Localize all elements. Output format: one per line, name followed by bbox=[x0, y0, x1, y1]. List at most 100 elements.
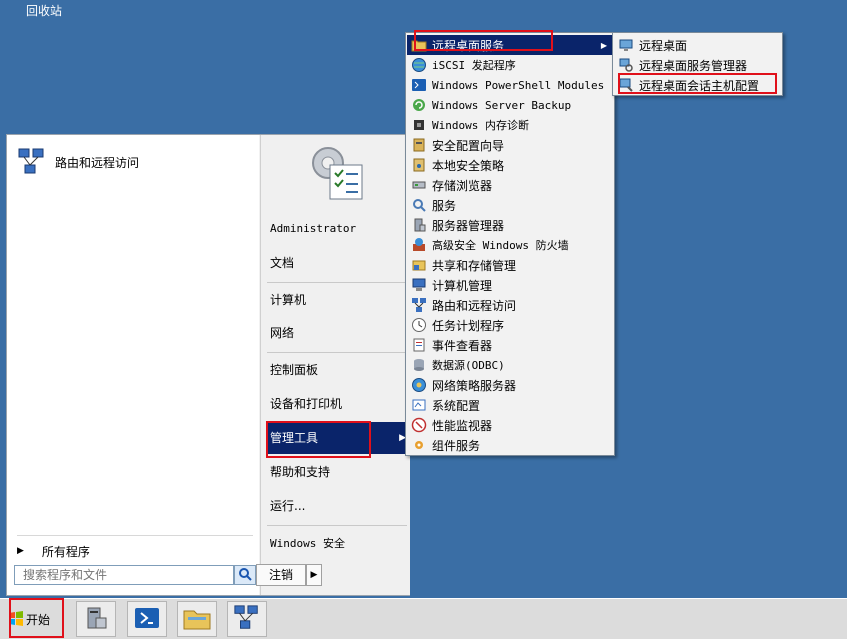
admin-tools-item-8[interactable]: 服务 bbox=[407, 195, 613, 215]
all-programs[interactable]: ▶ 所有程序 bbox=[17, 535, 253, 562]
search-input[interactable] bbox=[14, 565, 234, 585]
taskbar-routing[interactable] bbox=[227, 601, 267, 637]
admin-tools-item-label: 高级安全 Windows 防火墙 bbox=[432, 239, 569, 252]
separator bbox=[267, 282, 407, 283]
services-icon bbox=[411, 197, 427, 213]
folder-icon bbox=[182, 605, 212, 634]
rds-item-0[interactable]: 远程桌面 bbox=[614, 35, 781, 55]
clock-icon bbox=[411, 317, 427, 333]
admin-tools-item-label: Windows 内存诊断 bbox=[432, 119, 529, 132]
remote-desktop-icon bbox=[618, 37, 634, 53]
menu-devices-printers[interactable]: 设备和打印机 bbox=[270, 388, 408, 420]
all-programs-label: 所有程序 bbox=[41, 544, 90, 559]
taskbar: 开始 bbox=[0, 598, 847, 639]
annotation-box bbox=[618, 73, 777, 94]
admin-tools-item-15[interactable]: 事件查看器 bbox=[407, 335, 613, 355]
monitor-icon bbox=[411, 417, 427, 433]
menu-run[interactable]: 运行... bbox=[270, 490, 408, 522]
admin-tools-item-label: Windows PowerShell Modules bbox=[432, 78, 605, 92]
admin-tools-item-label: 计算机管理 bbox=[432, 278, 493, 293]
taskbar-server-manager[interactable] bbox=[76, 601, 116, 637]
admin-tools-item-7[interactable]: 存储浏览器 bbox=[407, 175, 613, 195]
admin-tools-item-5[interactable]: 安全配置向导 bbox=[407, 135, 613, 155]
backup-icon bbox=[411, 97, 427, 113]
chevron-right-icon: ▶ bbox=[600, 40, 607, 50]
network-icon bbox=[411, 297, 427, 313]
menu-windows-security[interactable]: Windows 安全 bbox=[270, 528, 408, 560]
shutdown-options-button[interactable]: ▶ bbox=[306, 564, 322, 586]
admin-tools-item-label: 服务 bbox=[432, 198, 457, 213]
gear-icon bbox=[411, 437, 427, 453]
computer-icon bbox=[411, 277, 427, 293]
pinned-item-label: 路由和远程访问 bbox=[55, 155, 140, 170]
admin-tools-item-label: 性能监视器 bbox=[432, 418, 493, 433]
admin-tools-item-label: 安全配置向导 bbox=[432, 138, 505, 153]
menu-documents[interactable]: 文档 bbox=[270, 247, 408, 279]
admin-tools-item-17[interactable]: 网络策略服务器 bbox=[407, 375, 613, 395]
powershell-icon bbox=[411, 77, 427, 93]
menu-computer[interactable]: 计算机 bbox=[270, 284, 408, 316]
network-icon bbox=[17, 147, 47, 177]
admin-tools-item-1[interactable]: iSCSI 发起程序 bbox=[407, 55, 613, 75]
admin-tools-item-20[interactable]: 组件服务 bbox=[407, 435, 613, 455]
database-icon bbox=[411, 357, 427, 373]
admin-tools-item-label: 数据源(ODBC) bbox=[432, 359, 505, 372]
admin-tools-item-label: 任务计划程序 bbox=[432, 318, 505, 333]
rds-item-1[interactable]: 远程桌面服务管理器 bbox=[614, 55, 781, 75]
admin-tools-item-14[interactable]: 任务计划程序 bbox=[407, 315, 613, 335]
menu-control-panel[interactable]: 控制面板 bbox=[270, 354, 408, 386]
admin-tools-item-label: 共享和存储管理 bbox=[432, 258, 517, 273]
network-icon bbox=[233, 604, 261, 635]
logoff-button[interactable]: 注销 bbox=[256, 564, 306, 586]
rds-item-label: 远程桌面服务管理器 bbox=[639, 58, 748, 73]
menu-network[interactable]: 网络 bbox=[270, 317, 408, 349]
admin-tools-submenu: 远程桌面服务 ▶ iSCSI 发起程序 Windows PowerShell Modu… bbox=[405, 32, 615, 456]
admin-tools-item-label: 存储浏览器 bbox=[432, 178, 493, 193]
admin-tools-item-label: 组件服务 bbox=[432, 438, 481, 453]
admin-tools-item-19[interactable]: 性能监视器 bbox=[407, 415, 613, 435]
rds-item-label: 远程桌面 bbox=[639, 38, 688, 53]
event-icon bbox=[411, 337, 427, 353]
recycle-bin-label[interactable]: 回收站 bbox=[26, 2, 62, 19]
start-menu-right-pane: Administrator 文档 计算机 网络 控制面板 设备和打印机 管理工具… bbox=[260, 135, 410, 595]
separator bbox=[267, 525, 407, 526]
admin-tools-item-4[interactable]: Windows 内存诊断 bbox=[407, 115, 613, 135]
share-icon bbox=[411, 257, 427, 273]
menu-help-support[interactable]: 帮助和支持 bbox=[270, 456, 408, 488]
admin-tools-item-label: 网络策略服务器 bbox=[432, 378, 517, 393]
start-menu-left-pane: 路由和远程访问 ▶ 所有程序 bbox=[7, 135, 259, 595]
start-menu: 路由和远程访问 ▶ 所有程序 Administrato bbox=[6, 134, 410, 596]
search-icon bbox=[238, 567, 252, 584]
globe-icon bbox=[411, 57, 427, 73]
admin-tools-item-16[interactable]: 数据源(ODBC) bbox=[407, 355, 613, 375]
server-icon bbox=[411, 217, 427, 233]
admin-tools-item-label: Windows Server Backup bbox=[432, 98, 572, 112]
annotation-box bbox=[266, 421, 371, 458]
policy-icon bbox=[411, 157, 427, 173]
admin-tools-item-label: iSCSI 发起程序 bbox=[432, 59, 516, 72]
chip-icon bbox=[411, 117, 427, 133]
chevron-right-icon: ▶ bbox=[310, 570, 318, 580]
admin-tools-item-13[interactable]: 路由和远程访问 bbox=[407, 295, 613, 315]
admin-tools-item-3[interactable]: Windows Server Backup bbox=[407, 95, 613, 115]
admin-tools-item-label: 系统配置 bbox=[432, 398, 481, 413]
nps-icon bbox=[411, 377, 427, 393]
user-name[interactable]: Administrator bbox=[270, 213, 408, 245]
triangle-right-icon: ▶ bbox=[17, 546, 24, 556]
admin-tools-item-12[interactable]: 计算机管理 bbox=[407, 275, 613, 295]
admin-tools-item-18[interactable]: 系统配置 bbox=[407, 395, 613, 415]
taskbar-powershell[interactable] bbox=[127, 601, 167, 637]
admin-tools-item-11[interactable]: 共享和存储管理 bbox=[407, 255, 613, 275]
annotation-box bbox=[414, 30, 553, 51]
server-manager-icon bbox=[82, 604, 110, 635]
annotation-box bbox=[9, 598, 64, 638]
admin-tools-item-9[interactable]: 服务器管理器 bbox=[407, 215, 613, 235]
pinned-item-routing[interactable]: 路由和远程访问 bbox=[17, 147, 139, 177]
storage-icon bbox=[411, 177, 427, 193]
rds-manager-icon bbox=[618, 57, 634, 73]
admin-tools-item-6[interactable]: 本地安全策略 bbox=[407, 155, 613, 175]
admin-tools-item-2[interactable]: Windows PowerShell Modules bbox=[407, 75, 613, 95]
taskbar-explorer[interactable] bbox=[177, 601, 217, 637]
admin-tools-item-10[interactable]: 高级安全 Windows 防火墙 bbox=[407, 235, 613, 255]
search-button[interactable] bbox=[234, 565, 256, 585]
